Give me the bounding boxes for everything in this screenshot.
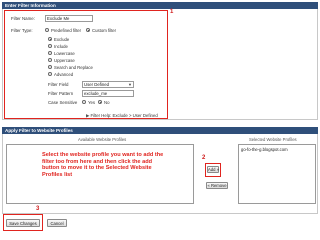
option-search-replace-label: Search and Replace (54, 65, 93, 70)
filter-field-value: User Defined (84, 82, 110, 87)
radio-case-yes[interactable] (82, 100, 86, 104)
filter-help-link[interactable]: ▶ Filter Help: Exclude > User Defined (86, 113, 158, 119)
option-advanced-label: Advanced (54, 72, 74, 77)
case-no-label: No (104, 100, 110, 105)
case-yes-label: Yes (88, 100, 96, 105)
selected-profiles-list[interactable]: go-fo-the-g.blogspot.com (238, 144, 316, 204)
option-exclude-label: Exclude (54, 37, 70, 42)
filter-name-label: Filter Name: (11, 16, 35, 21)
radio-exclude[interactable] (48, 37, 52, 41)
option-uppercase-label: Uppercase (54, 58, 75, 63)
option-include-label: Include (54, 44, 68, 49)
available-profiles-label: Available Website Profiles (78, 137, 127, 142)
filter-name-input[interactable]: Exclude Me (45, 15, 93, 22)
add-button[interactable]: Add » (207, 166, 219, 173)
list-item[interactable]: go-fo-the-g.blogspot.com (241, 147, 288, 152)
radio-predefined-label: Predefined filter (51, 28, 82, 33)
callout-number-3: 3 (36, 206, 40, 212)
filter-field-select[interactable]: User Defined ▼ (82, 81, 134, 88)
cancel-button[interactable]: Cancel (47, 219, 67, 227)
radio-include[interactable] (48, 44, 52, 48)
apply-filter-header: Apply Filter to Website Profiles (2, 127, 318, 134)
callout-number-1: 1 (170, 9, 174, 15)
remove-button[interactable]: « Remove (206, 182, 228, 189)
radio-lowercase[interactable] (48, 51, 52, 55)
filter-info-header: Enter Filter Information (2, 2, 318, 9)
filter-help-text: Filter Help: Exclude > User Defined (90, 113, 158, 118)
save-changes-button[interactable]: Save Changes (6, 219, 40, 227)
filter-type-label: Filter Type: (11, 28, 33, 33)
radio-custom[interactable] (86, 28, 90, 32)
radio-predefined[interactable] (45, 28, 49, 32)
chevron-down-icon: ▼ (128, 82, 132, 87)
instruction-text: Select the website profile you want to a… (42, 152, 164, 178)
radio-uppercase[interactable] (48, 58, 52, 62)
radio-case-no[interactable] (98, 100, 102, 104)
case-sensitive-label: Case Sensitive (48, 100, 78, 105)
radio-advanced[interactable] (48, 72, 52, 76)
option-lowercase-label: Lowercase (54, 51, 75, 56)
filter-pattern-label: Filter Pattern (48, 91, 74, 96)
radio-custom-label: Custom filter (92, 28, 117, 33)
filter-pattern-input[interactable]: exclude_me (82, 90, 134, 97)
filter-field-label: Filter Field (48, 82, 69, 87)
callout-number-2: 2 (202, 155, 206, 161)
selected-profiles-label: Selected Website Profiles (249, 137, 297, 142)
radio-search-replace[interactable] (48, 65, 52, 69)
